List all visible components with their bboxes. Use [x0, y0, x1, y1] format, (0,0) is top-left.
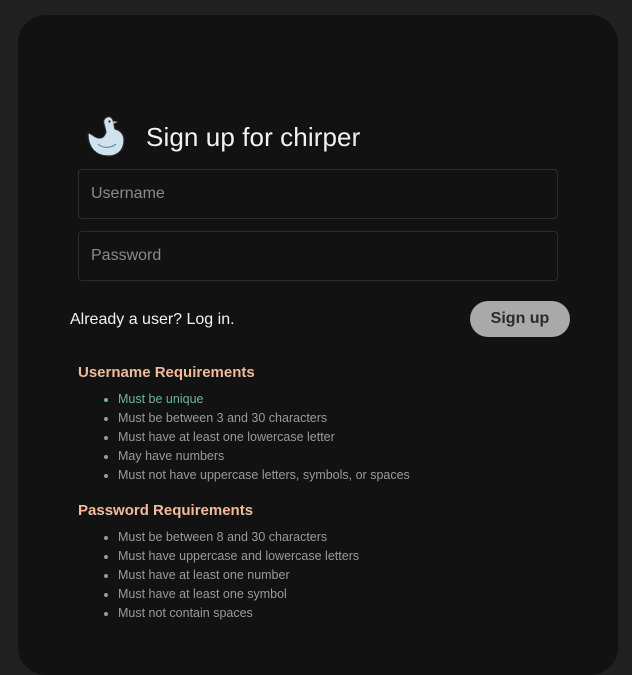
- password-input[interactable]: [78, 231, 558, 281]
- username-input[interactable]: [78, 169, 558, 219]
- requirement-item: Must be between 8 and 30 characters: [118, 528, 359, 547]
- requirement-item: Must have uppercase and lowercase letter…: [118, 547, 359, 566]
- password-requirements-heading: Password Requirements: [78, 502, 254, 519]
- requirement-item: Must have at least one number: [118, 566, 359, 585]
- page-title: Sign up for chirper: [146, 121, 361, 152]
- username-requirements-heading: Username Requirements: [78, 364, 255, 381]
- requirement-item: Must have at least one symbol: [118, 585, 359, 604]
- username-requirements-list: Must be unique Must be between 3 and 30 …: [78, 390, 410, 485]
- requirement-item: May have numbers: [118, 447, 410, 466]
- signup-header: Sign up for chirper: [82, 114, 360, 160]
- signup-button[interactable]: Sign up: [470, 301, 570, 337]
- duck-logo-icon: [87, 116, 125, 157]
- requirement-item: Must have at least one lowercase letter: [118, 428, 410, 447]
- requirement-item: Must be unique: [118, 390, 410, 409]
- password-requirements-list: Must be between 8 and 30 characters Must…: [78, 528, 359, 623]
- login-link[interactable]: Already a user? Log in.: [70, 311, 235, 329]
- requirement-item: Must not have uppercase letters, symbols…: [118, 466, 410, 485]
- requirement-item: Must be between 3 and 30 characters: [118, 409, 410, 428]
- requirement-item: Must not contain spaces: [118, 604, 359, 623]
